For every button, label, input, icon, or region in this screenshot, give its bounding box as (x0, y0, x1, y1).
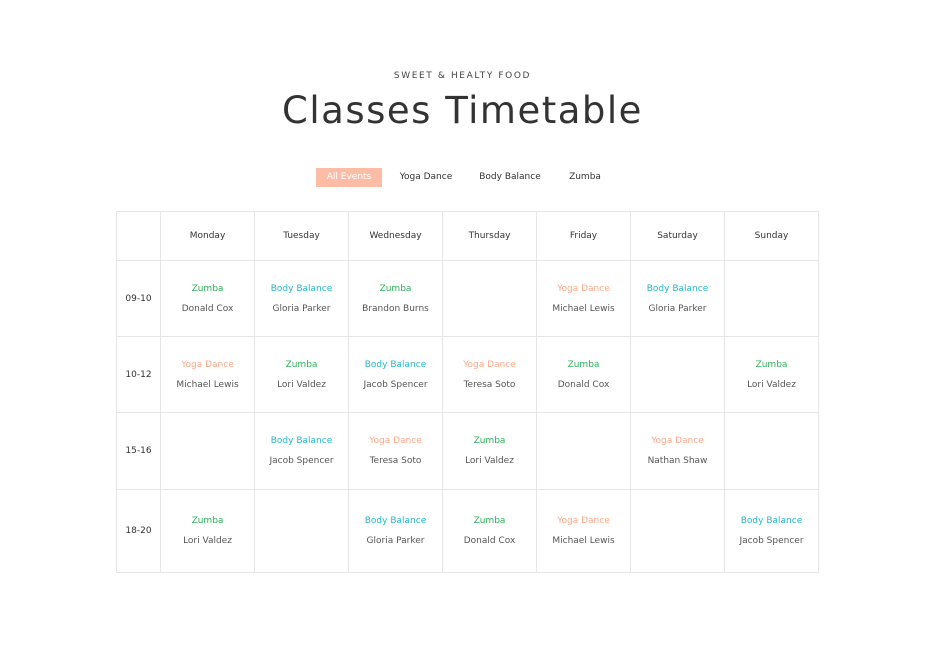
trainer-name: Teresa Soto (463, 379, 516, 390)
class-event-cell[interactable]: Yoga Dance Teresa Soto (348, 412, 443, 490)
trainer-name: Nathan Shaw (647, 456, 708, 466)
trainer-name: Michael Lewis (176, 379, 239, 390)
class-name[interactable]: Zumba (349, 283, 442, 295)
trainer-name: Jacob Spencer (739, 536, 804, 546)
class-event-cell[interactable]: Zumba Lori Valdez (724, 336, 819, 413)
class-event-cell[interactable]: Body Balance Gloria Parker (348, 489, 443, 573)
class-name[interactable]: Yoga Dance (161, 359, 254, 371)
time-slot-label: 09-10 (116, 260, 161, 337)
class-event-cell[interactable]: Yoga Dance Nathan Shaw (630, 412, 725, 490)
class-name[interactable]: Zumba (443, 435, 536, 447)
class-event-cell[interactable]: Body Balance Gloria Parker (630, 260, 725, 337)
class-name[interactable]: Zumba (443, 515, 536, 527)
timetable: Monday Tuesday Wednesday Thursday Friday… (116, 211, 819, 573)
empty-cell (442, 260, 537, 337)
trainer-name: Brandon Burns (362, 303, 429, 314)
timetable-row: 10-12 Yoga Dance Michael Lewis Zumba Lori Va… (116, 336, 819, 413)
timetable-row: 18-20 Zumba Lori Valdez Body Balance Gloria … (116, 489, 819, 573)
trainer-name: Gloria Parker (648, 303, 707, 314)
class-name[interactable]: Zumba (537, 359, 630, 371)
trainer-name: Lori Valdez (183, 536, 232, 546)
class-event-cell[interactable]: Yoga Dance Michael Lewis (536, 489, 631, 573)
empty-cell (724, 412, 819, 490)
class-event-cell[interactable]: Body Balance Jacob Spencer (254, 412, 349, 490)
trainer-name: Donald Cox (463, 536, 516, 546)
day-header-friday: Friday (536, 211, 631, 261)
timetable-row: 09-10 Zumba Donald Cox Body Balance Gloria P… (116, 260, 819, 337)
class-event-cell[interactable]: Zumba Brandon Burns (348, 260, 443, 337)
class-name[interactable]: Zumba (161, 283, 254, 295)
class-name[interactable]: Zumba (255, 359, 348, 371)
empty-cell (160, 412, 255, 490)
trainer-name: Michael Lewis (552, 303, 615, 314)
class-name[interactable]: Body Balance (255, 435, 348, 447)
class-event-cell[interactable]: Zumba Donald Cox (160, 260, 255, 337)
day-header-sunday: Sunday (724, 211, 819, 261)
trainer-name: Gloria Parker (272, 303, 331, 314)
class-event-cell[interactable]: Zumba Lori Valdez (442, 412, 537, 490)
day-header-wednesday: Wednesday (348, 211, 443, 261)
class-name[interactable]: Body Balance (255, 283, 348, 295)
filter-yoga-dance[interactable]: Yoga Dance (392, 168, 460, 187)
empty-cell (630, 489, 725, 573)
page-eyebrow: SWEET & HEALTY FOOD (393, 71, 532, 81)
trainer-name: Teresa Soto (369, 456, 422, 466)
empty-cell (630, 336, 725, 413)
class-name[interactable]: Zumba (161, 515, 254, 527)
trainer-name: Michael Lewis (552, 536, 615, 546)
trainer-name: Jacob Spencer (363, 379, 428, 390)
class-event-cell[interactable]: Zumba Lori Valdez (160, 489, 255, 573)
timetable-corner-cell (116, 211, 161, 261)
trainer-name: Jacob Spencer (269, 456, 334, 466)
time-slot-label: 15-16 (116, 412, 161, 490)
class-event-cell[interactable]: Yoga Dance Teresa Soto (442, 336, 537, 413)
class-name[interactable]: Body Balance (349, 359, 442, 371)
trainer-name: Donald Cox (181, 303, 234, 314)
class-event-cell[interactable]: Body Balance Gloria Parker (254, 260, 349, 337)
empty-cell (536, 412, 631, 490)
timetable-row: 15-16 Body Balance Jacob Spencer Yoga Dance… (116, 412, 819, 490)
filter-zumba[interactable]: Zumba (560, 168, 610, 187)
class-event-cell[interactable]: Zumba Donald Cox (442, 489, 537, 573)
trainer-name: Lori Valdez (465, 456, 514, 466)
class-name[interactable]: Body Balance (631, 283, 724, 295)
trainer-name: Donald Cox (557, 379, 610, 390)
time-slot-label: 18-20 (116, 489, 161, 573)
event-filter-bar: All Events Yoga Dance Body Balance Zumba (0, 168, 925, 187)
trainer-name: Gloria Parker (366, 536, 425, 546)
day-header-thursday: Thursday (442, 211, 537, 261)
day-header-tuesday: Tuesday (254, 211, 349, 261)
class-name[interactable]: Yoga Dance (631, 435, 724, 447)
class-event-cell[interactable]: Zumba Donald Cox (536, 336, 631, 413)
class-name[interactable]: Yoga Dance (537, 515, 630, 527)
class-event-cell[interactable]: Body Balance Jacob Spencer (724, 489, 819, 573)
filter-all-events[interactable]: All Events (316, 168, 382, 187)
page-title: Classes Timetable (282, 89, 643, 132)
class-name[interactable]: Yoga Dance (443, 359, 536, 371)
trainer-name: Lori Valdez (747, 379, 796, 390)
empty-cell (254, 489, 349, 573)
day-header-monday: Monday (160, 211, 255, 261)
class-name[interactable]: Zumba (725, 359, 818, 371)
filter-body-balance[interactable]: Body Balance (472, 168, 548, 187)
class-event-cell[interactable]: Yoga Dance Michael Lewis (536, 260, 631, 337)
class-name[interactable]: Body Balance (725, 515, 818, 527)
class-name[interactable]: Yoga Dance (349, 435, 442, 447)
class-event-cell[interactable]: Yoga Dance Michael Lewis (160, 336, 255, 413)
class-event-cell[interactable]: Body Balance Jacob Spencer (348, 336, 443, 413)
class-name[interactable]: Yoga Dance (537, 283, 630, 295)
class-name[interactable]: Body Balance (349, 515, 442, 527)
trainer-name: Lori Valdez (277, 379, 326, 390)
day-header-saturday: Saturday (630, 211, 725, 261)
empty-cell (724, 260, 819, 337)
class-event-cell[interactable]: Zumba Lori Valdez (254, 336, 349, 413)
time-slot-label: 10-12 (116, 336, 161, 413)
timetable-header-row: Monday Tuesday Wednesday Thursday Friday… (116, 211, 819, 261)
